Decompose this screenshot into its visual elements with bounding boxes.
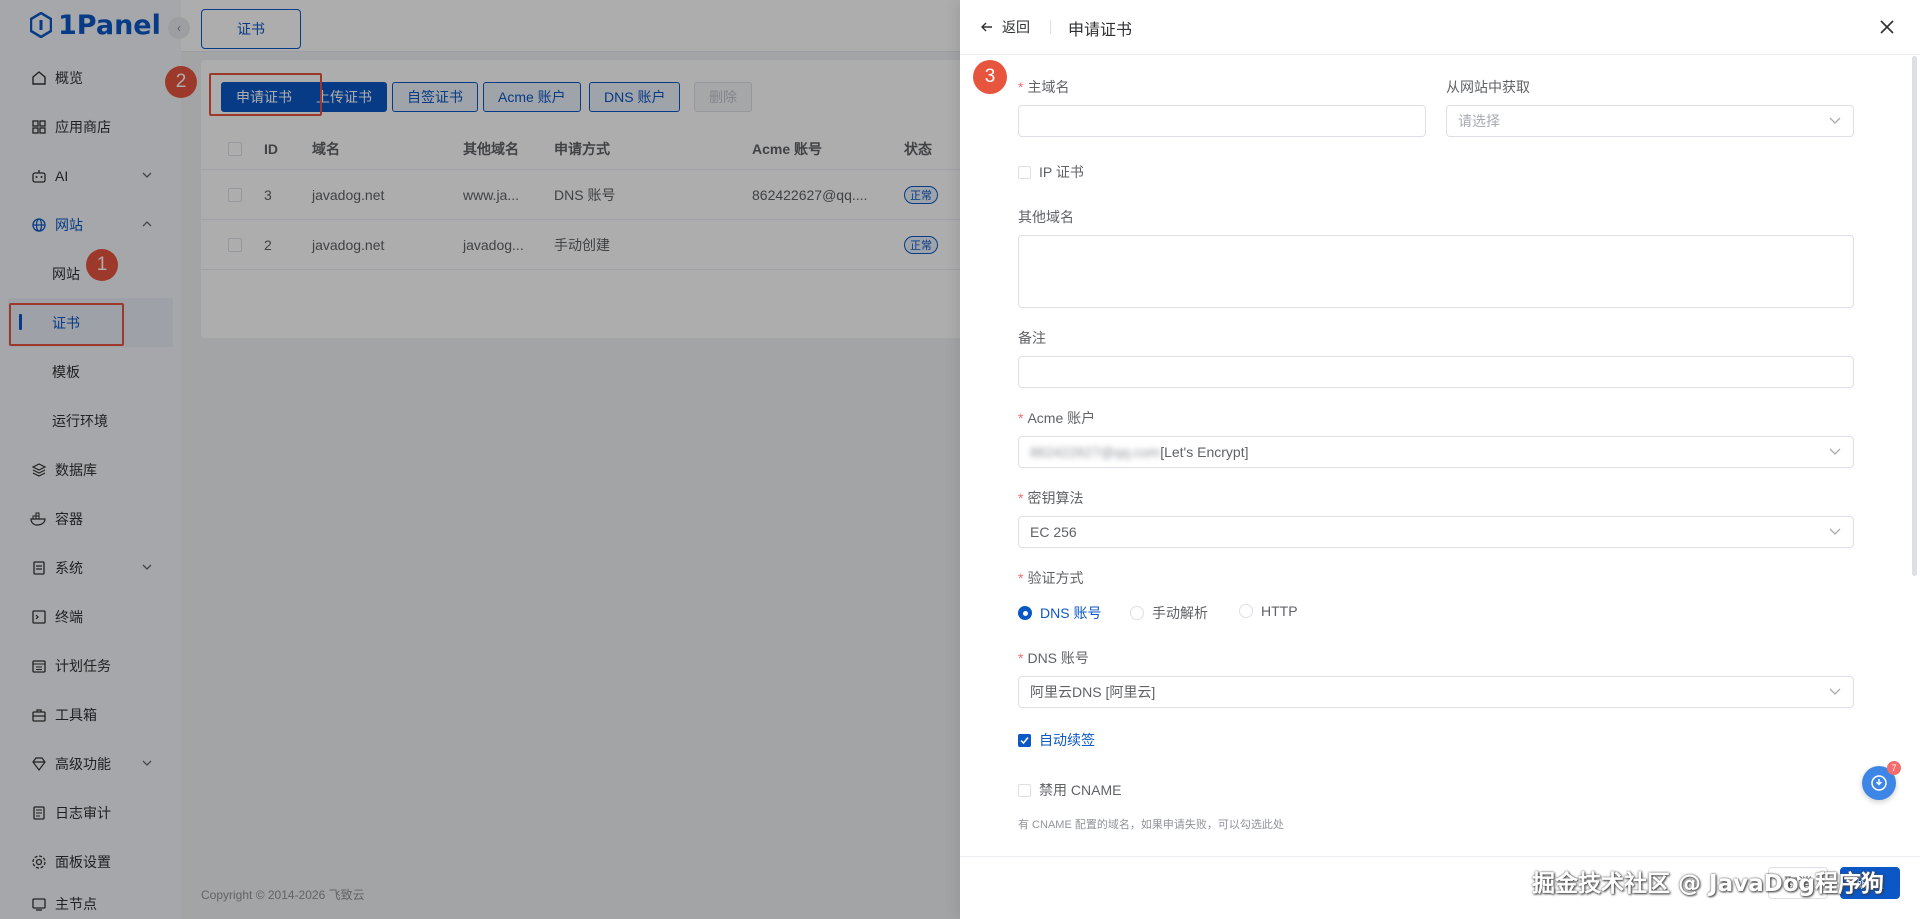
chevron-down-icon [1829,117,1841,124]
acme-account-label: * Acme 账户 [1018,410,1096,426]
modal-overlay[interactable] [0,0,960,919]
acme-account-select[interactable]: 862422627@qq.com [Let's Encrypt] [1018,436,1854,468]
close-icon[interactable] [1878,18,1896,36]
app-root: 1Panel ‹ 概览 应用商店 AI 网站 网站 证书 模板 运行环境 数据库… [0,0,1920,919]
acme-account-email: 862422627@qq.com [1030,444,1161,460]
check-icon [1018,733,1031,747]
drawer-title: 申请证书 [1068,22,1133,39]
dns-account-select[interactable]: 阿里云DNS [阿里云] [1018,676,1854,708]
arrow-left-icon [981,22,992,32]
radio-dot [1239,604,1253,618]
key-algorithm-label: * 密钥算法 [1018,490,1084,506]
radio-label: HTTP [1261,603,1298,619]
from-site-label: 从网站中获取 [1446,79,1530,95]
help-icon [1871,775,1887,791]
remark-input[interactable] [1018,356,1854,388]
radio-http[interactable]: HTTP [1239,603,1298,619]
radio-label: 手动解析 [1152,605,1208,621]
watermark: 掘金技术社区 @ JavaDog程序狗 [1532,871,1884,897]
ip-cert-checkbox[interactable]: IP 证书 [1018,162,1084,182]
primary-domain-label: * 主域名 [1018,79,1070,95]
floating-help-button[interactable]: 7 [1862,761,1901,800]
radio-dot [1018,606,1032,620]
radio-label: DNS 账号 [1040,605,1102,621]
dns-account-label: * DNS 账号 [1018,650,1089,666]
from-site-select[interactable]: 请选择 [1446,105,1854,137]
cname-hint: 有 CNAME 配置的域名，如果申请失败，可以勾选此处 [1018,819,1284,831]
checkbox-box [1018,783,1031,797]
from-site-placeholder: 请选择 [1458,113,1500,129]
ip-cert-label: IP 证书 [1039,164,1084,180]
disable-cname-checkbox[interactable]: 禁用 CNAME [1018,780,1121,800]
key-algorithm-select[interactable]: EC 256 [1018,516,1854,548]
back-label: 返回 [1002,19,1030,35]
key-algorithm-value: EC 256 [1030,524,1077,540]
remark-label: 备注 [1018,330,1046,346]
acme-account-provider: [Let's Encrypt] [1160,444,1249,460]
back-button[interactable]: 返回 [980,17,1030,37]
radio-dot [1130,606,1144,620]
notification-count: 7 [1887,761,1901,775]
apply-cert-drawer: 返回 申请证书 3 *主域名 从网站中获取 请选择 IP 证书 其他域名 备注 [960,0,1920,919]
verify-method-label: * 验证方式 [1018,570,1084,586]
other-domains-textarea[interactable] [1018,235,1854,308]
other-domains-label: 其他域名 [1018,209,1074,225]
auto-renew-label: 自动续签 [1039,732,1095,748]
chevron-down-icon [1829,448,1841,455]
apply-cert-form: * 主域名 从网站中获取 请选择 IP 证书 其他域名 备注 * Acme 账户 8… [960,56,1920,856]
radio-manual-dns[interactable]: 手动解析 [1130,603,1208,623]
drawer-scrollbar[interactable] [1912,56,1917,576]
checkbox-box [1018,165,1031,179]
annotation-badge-3: 3 [973,60,1007,94]
header-divider [1050,20,1051,34]
chevron-down-icon [1829,688,1841,695]
disable-cname-label: 禁用 CNAME [1039,782,1122,798]
drawer-header: 返回 申请证书 [960,0,1920,55]
radio-dns-account[interactable]: DNS 账号 [1018,603,1101,623]
chevron-down-icon [1829,528,1841,535]
dns-account-value: 阿里云DNS [阿里云] [1030,684,1156,700]
primary-domain-input[interactable] [1018,105,1426,137]
auto-renew-checkbox[interactable]: 自动续签 [1018,730,1095,750]
